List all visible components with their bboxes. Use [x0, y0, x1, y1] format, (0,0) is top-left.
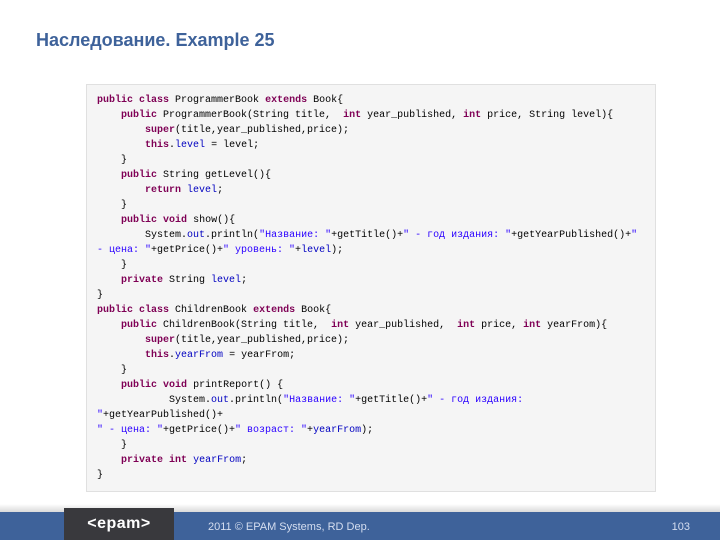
code-token: int: [457, 320, 475, 331]
code-token: ChildrenBook(String title,: [157, 320, 331, 331]
code-token: private: [121, 275, 163, 286]
code-token: System.: [97, 230, 187, 241]
code-token: ProgrammerBook(String title,: [157, 110, 343, 121]
code-token: int: [343, 110, 361, 121]
code-token: }: [97, 365, 127, 376]
code-token: super: [145, 335, 175, 346]
code-token: int: [463, 110, 481, 121]
code-token: );: [361, 425, 373, 436]
code-token: public: [121, 320, 157, 331]
code-token: year_published,: [349, 320, 457, 331]
code-token: "Название: ": [259, 230, 331, 241]
code-token: class: [139, 305, 169, 316]
code-token: level: [301, 245, 331, 256]
code-token: [97, 335, 145, 346]
code-token: this: [145, 350, 169, 361]
code-token: [97, 140, 145, 151]
code-token: String getLevel(){: [157, 170, 271, 181]
code-token: super: [145, 125, 175, 136]
code-token: class: [139, 95, 169, 106]
code-token: ChildrenBook: [169, 305, 253, 316]
code-token: yearFrom: [193, 455, 241, 466]
code-token: public: [121, 215, 157, 226]
code-token: Book{: [295, 305, 331, 316]
code-token: +getPrice()+: [151, 245, 223, 256]
code-token: level: [187, 185, 217, 196]
code-token: );: [331, 245, 343, 256]
code-token: int: [523, 320, 541, 331]
epam-logo: <epam>: [64, 508, 174, 540]
code-token: level: [211, 275, 241, 286]
code-token: private: [121, 455, 163, 466]
code-token: [97, 380, 121, 391]
code-token: price, String level){: [481, 110, 613, 121]
code-token: out: [211, 395, 229, 406]
code-token: public: [97, 95, 133, 106]
code-token: +getPrice()+: [163, 425, 235, 436]
code-token: yearFrom: [313, 425, 361, 436]
code-token: year_published,: [361, 110, 463, 121]
code-token: System.: [97, 395, 211, 406]
page-number: 103: [672, 521, 690, 533]
code-token: void: [163, 380, 187, 391]
copyright-text: 2011 © EPAM Systems, RD Dep.: [208, 521, 370, 533]
code-token: = yearFrom;: [223, 350, 295, 361]
code-token: printReport() {: [187, 380, 283, 391]
code-token: ;: [217, 185, 223, 196]
code-token: " возраст: ": [235, 425, 307, 436]
code-token: }: [97, 260, 127, 271]
code-token: [97, 125, 145, 136]
code-token: "Название: ": [283, 395, 355, 406]
code-token: +getYearPublished()+: [511, 230, 631, 241]
code-token: [97, 170, 121, 181]
code-token: [97, 110, 121, 121]
code-token: [97, 275, 121, 286]
code-token: [97, 185, 145, 196]
code-token: }: [97, 155, 127, 166]
code-token: public: [121, 380, 157, 391]
code-token: void: [163, 215, 187, 226]
code-token: Book{: [307, 95, 343, 106]
code-token: " - цена: ": [97, 425, 163, 436]
code-token: }: [97, 200, 127, 211]
code-token: int: [331, 320, 349, 331]
code-token: yearFrom){: [541, 320, 607, 331]
code-token: price,: [475, 320, 523, 331]
code-token: String: [163, 275, 211, 286]
code-token: .println(: [205, 230, 259, 241]
code-token: }: [97, 440, 127, 451]
code-token: ;: [241, 275, 247, 286]
code-token: = level;: [205, 140, 259, 151]
code-token: (title,year_published,price);: [175, 125, 349, 136]
code-token: [97, 455, 121, 466]
code-token: extends: [265, 95, 307, 106]
code-token: yearFrom: [175, 350, 223, 361]
code-token: [97, 350, 145, 361]
code-token: " уровень: ": [223, 245, 295, 256]
code-token: ProgrammerBook: [169, 95, 265, 106]
code-token: +getTitle()+: [331, 230, 403, 241]
code-token: out: [187, 230, 205, 241]
code-token: return: [145, 185, 181, 196]
code-token: }: [97, 290, 103, 301]
code-token: ;: [241, 455, 247, 466]
code-token: this: [145, 140, 169, 151]
code-token: public: [121, 170, 157, 181]
code-token: " - год издания: ": [403, 230, 511, 241]
slide-title: Наследование. Example 25: [36, 30, 275, 51]
code-token: [97, 320, 121, 331]
code-token: level: [175, 140, 205, 151]
code-token: (title,year_published,price);: [175, 335, 349, 346]
code-token: .println(: [229, 395, 283, 406]
code-token: public: [121, 110, 157, 121]
code-token: show(){: [187, 215, 235, 226]
code-token: int: [169, 455, 187, 466]
code-token: +getTitle()+: [355, 395, 427, 406]
code-block: public class ProgrammerBook extends Book…: [86, 84, 656, 492]
code-token: public: [97, 305, 133, 316]
code-token: +getYearPublished()+: [103, 410, 223, 421]
code-token: extends: [253, 305, 295, 316]
code-token: }: [97, 470, 103, 481]
code-token: [97, 215, 121, 226]
